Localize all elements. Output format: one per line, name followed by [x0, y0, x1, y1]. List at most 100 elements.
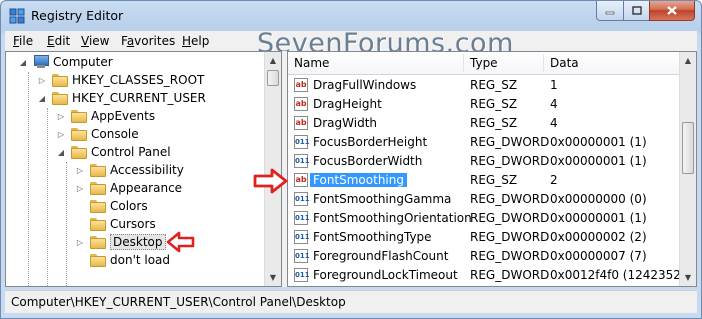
maximize-button[interactable] — [623, 1, 650, 21]
binary-value-icon: 011 — [294, 154, 310, 168]
scrollbar-thumb[interactable] — [267, 70, 279, 86]
value-data: 0x0012f4f0 (1242352) — [550, 268, 686, 282]
value-type: REG_DWORD — [470, 268, 550, 282]
folder-icon — [90, 181, 106, 195]
value-row[interactable]: ab FontSmoothing REG_SZ 2 — [288, 171, 680, 190]
folder-icon — [90, 199, 106, 213]
string-value-icon: ab — [294, 173, 308, 187]
tree-item-appearance[interactable]: ▷ Appearance — [75, 179, 182, 197]
value-row[interactable]: 011 FocusBorderWidth REG_DWORD 0x00000001 (… — [288, 152, 680, 171]
tree-item-desktop[interactable]: ▷ Desktop — [75, 233, 166, 251]
key-tree-pane[interactable]: ◢ Computer ▷ HKEY_CLASSES_ROOT ◢ HKEY_CU… — [5, 51, 282, 287]
expand-icon[interactable]: ▷ — [37, 76, 47, 85]
tree-item-label: Computer — [53, 55, 113, 69]
value-type: REG_DWORD — [470, 192, 550, 206]
menu-file[interactable]: File — [13, 34, 33, 48]
value-name: DragHeight — [313, 97, 382, 111]
values-list-pane[interactable]: Name Type Data ab DragFullWindows REG_SZ 1a… — [287, 51, 697, 287]
folder-icon — [71, 127, 87, 141]
value-row[interactable]: 011 ForegroundLockTimeout REG_DWORD 0x0012f… — [288, 266, 686, 285]
column-header-data[interactable]: Data — [550, 56, 579, 70]
close-icon — [667, 6, 677, 15]
value-row[interactable]: ab DragWidth REG_SZ 4 — [288, 114, 680, 133]
tree-guide-line — [28, 72, 29, 286]
value-row[interactable]: ab DragFullWindows REG_SZ 1 — [288, 76, 680, 95]
value-row[interactable]: 011 ForegroundFlashCount REG_DWORD 0x000000… — [288, 247, 680, 266]
tree-item-accessibility[interactable]: ▷ Accessibility — [75, 161, 184, 179]
tree-item-hkey-classes-root[interactable]: ▷ HKEY_CLASSES_ROOT — [37, 71, 204, 89]
value-name: FocusBorderWidth — [313, 154, 423, 168]
value-name: FontSmoothingGamma — [313, 192, 452, 206]
collapse-icon[interactable]: ◢ — [56, 148, 66, 157]
close-button[interactable] — [649, 1, 695, 21]
value-type: REG_DWORD — [470, 249, 550, 263]
menu-view-mnemonic: V — [81, 34, 89, 48]
menu-favorites[interactable]: Favorites — [121, 34, 175, 48]
value-name: FontSmoothingType — [313, 230, 432, 244]
window-title: Registry Editor — [31, 8, 124, 23]
folder-icon — [71, 145, 87, 159]
tree-item-console[interactable]: ▷ Console — [56, 125, 139, 143]
tree-item-cursors[interactable]: Cursors — [75, 215, 156, 233]
binary-value-icon: 011 — [294, 192, 310, 206]
value-data: 4 — [550, 116, 558, 130]
title-bar[interactable]: Registry Editor — [1, 1, 701, 31]
tree-item-label: Appearance — [110, 181, 183, 195]
tree-item-control-panel[interactable]: ◢ Control Panel — [56, 143, 171, 161]
value-name: FocusBorderHeight — [313, 135, 428, 149]
value-type: REG_DWORD — [470, 211, 550, 225]
folder-icon — [90, 217, 106, 231]
minimize-button[interactable] — [596, 1, 624, 21]
tree-item-label: HKEY_CLASSES_ROOT — [72, 73, 205, 87]
collapse-icon[interactable]: ◢ — [18, 58, 28, 67]
scroll-down-arrow-icon[interactable]: ▼ — [265, 269, 281, 286]
value-type: REG_DWORD — [470, 230, 550, 244]
tree-item-hkey-current-user[interactable]: ◢ HKEY_CURRENT_USER — [37, 89, 206, 107]
scroll-up-arrow-icon[interactable]: ▲ — [680, 52, 696, 69]
value-row[interactable]: 011 FontSmoothingOrientation REG_DWORD 0x00… — [288, 209, 680, 228]
menu-edit-mnemonic: E — [47, 34, 55, 48]
registry-editor-window: Registry Editor File Edit View Favorites… — [0, 0, 702, 319]
expand-icon[interactable]: ▷ — [56, 112, 66, 121]
expand-icon[interactable]: ▷ — [75, 184, 85, 193]
menu-edit[interactable]: Edit — [47, 34, 70, 48]
registry-editor-app-icon — [9, 8, 25, 24]
value-data: 0x00000001 (1) — [550, 154, 647, 168]
binary-value-icon: 011 — [294, 135, 310, 149]
column-header-type[interactable]: Type — [470, 56, 498, 70]
tree-item-appevents[interactable]: ▷ AppEvents — [56, 107, 155, 125]
tree-item-colors[interactable]: Colors — [75, 197, 148, 215]
value-row[interactable]: 011 FontSmoothingType REG_DWORD 0x00000002 … — [288, 228, 680, 247]
value-type: REG_DWORD — [470, 135, 550, 149]
expand-icon[interactable]: ▷ — [56, 130, 66, 139]
value-row[interactable]: 011 FocusBorderHeight REG_DWORD 0x00000001 … — [288, 133, 680, 152]
menu-help-mnemonic: H — [182, 34, 192, 48]
column-header-name[interactable]: Name — [294, 56, 329, 70]
expand-icon[interactable]: ▷ — [75, 238, 85, 247]
folder-icon — [71, 109, 87, 123]
value-type: REG_SZ — [470, 173, 518, 187]
value-row[interactable]: 011 FontSmoothingGamma REG_DWORD 0x00000000… — [288, 190, 680, 209]
menu-view-label: iew — [88, 34, 110, 48]
value-type: REG_SZ — [470, 97, 518, 111]
menu-view[interactable]: View — [81, 34, 109, 48]
value-name: ForegroundLockTimeout — [313, 268, 458, 282]
column-separator[interactable] — [463, 54, 464, 72]
scroll-up-arrow-icon[interactable]: ▲ — [265, 52, 281, 69]
tree-item-label: AppEvents — [91, 109, 156, 123]
expand-icon[interactable]: ▷ — [75, 166, 85, 175]
status-bar: Computer\HKEY_CURRENT_USER\Control Panel… — [5, 290, 697, 313]
value-data: 0x00000000 (0) — [550, 192, 647, 206]
scroll-down-arrow-icon[interactable]: ▼ — [680, 269, 696, 286]
menu-help[interactable]: Help — [182, 34, 209, 48]
value-row[interactable]: ab DragHeight REG_SZ 4 — [288, 95, 680, 114]
collapse-icon[interactable]: ◢ — [37, 94, 47, 103]
list-vertical-scrollbar[interactable]: ▲ ▼ — [679, 52, 696, 286]
tree-item-label: Accessibility — [110, 163, 184, 177]
tree-item-dont-load[interactable]: don't load — [75, 251, 170, 269]
column-separator[interactable] — [543, 54, 544, 72]
tree-item-computer[interactable]: ◢ Computer — [18, 53, 113, 71]
list-header: Name Type Data — [288, 52, 696, 75]
value-data: 0x00000001 (1) — [550, 211, 647, 225]
scrollbar-thumb[interactable] — [682, 122, 694, 174]
